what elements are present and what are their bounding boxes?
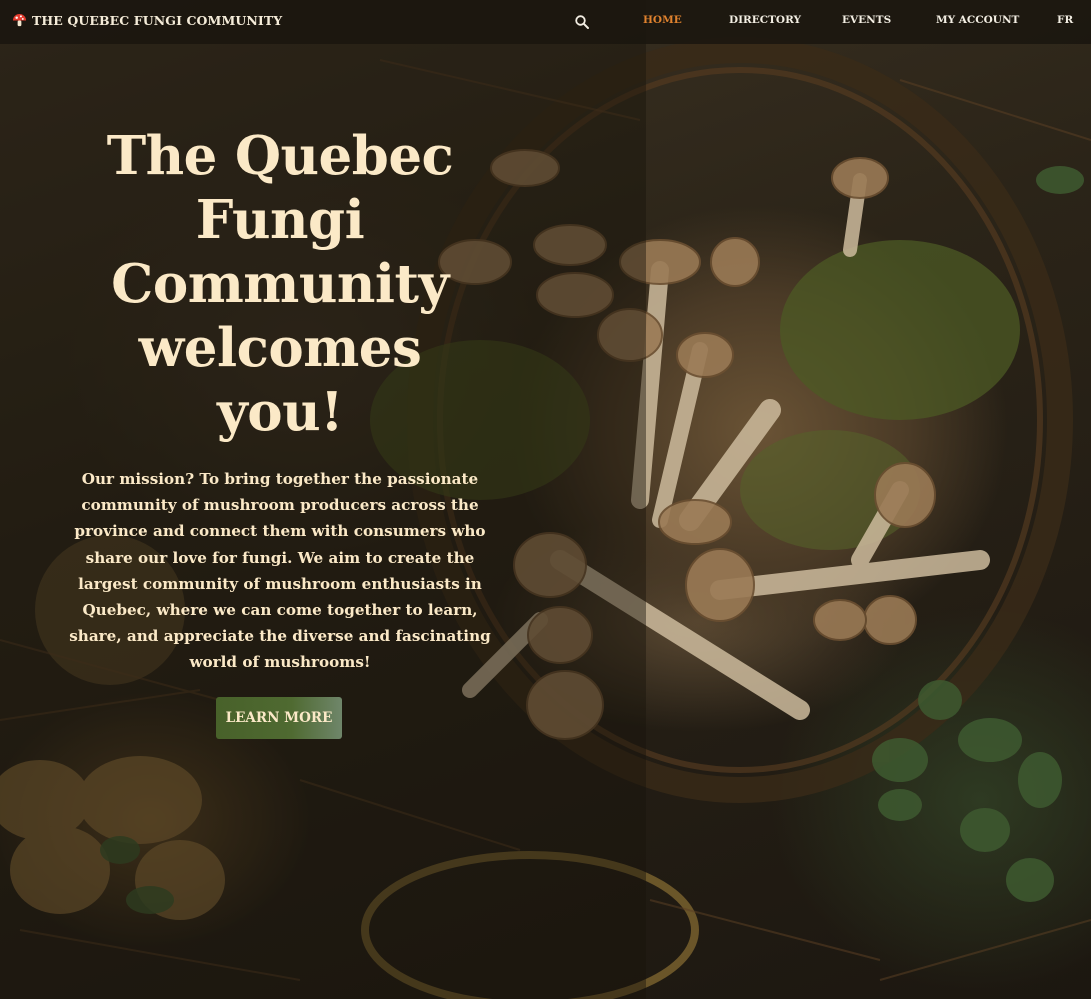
search-icon[interactable] <box>574 14 590 30</box>
top-navbar: THE QUEBEC FUNGI COMMUNITY HOME DIRECTOR… <box>0 0 1091 44</box>
mushroom-icon <box>12 13 27 27</box>
nav-link-directory[interactable]: DIRECTORY <box>729 14 801 26</box>
brand-name: THE QUEBEC FUNGI COMMUNITY <box>32 13 283 28</box>
language-toggle-fr[interactable]: FR <box>1057 14 1073 26</box>
nav-link-events[interactable]: EVENTS <box>842 14 891 26</box>
page: THE QUEBEC FUNGI COMMUNITY HOME DIRECTOR… <box>0 0 1091 999</box>
nav-link-home[interactable]: HOME <box>643 14 682 26</box>
hero-title: The Quebec Fungi Community welcomes you! <box>106 125 454 443</box>
brand[interactable]: THE QUEBEC FUNGI COMMUNITY <box>12 13 282 28</box>
mission-statement: Our mission? To bring together the passi… <box>69 470 491 672</box>
nav-link-my-account[interactable]: MY ACCOUNT <box>936 14 1019 26</box>
learn-more-button[interactable]: LEARN MORE <box>216 697 342 739</box>
